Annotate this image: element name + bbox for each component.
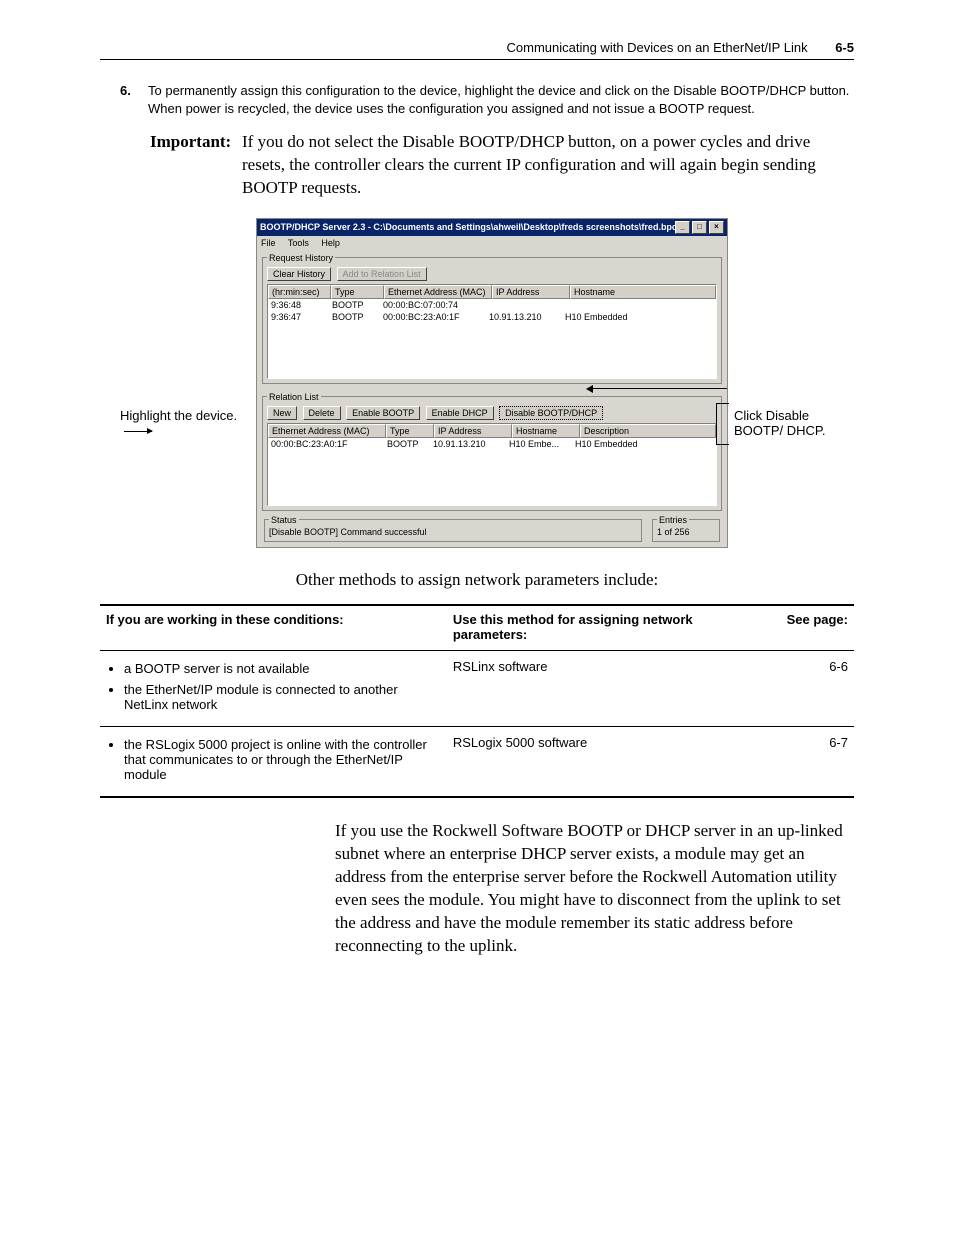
table-row: a BOOTP server is not available the Ethe…: [100, 650, 854, 726]
list-row[interactable]: 9:36:48 BOOTP 00:00:BC:07:00:74: [268, 299, 716, 311]
add-to-relation-button[interactable]: Add to Relation List: [337, 267, 427, 281]
status-group: Status [Disable BOOTP] Command successfu…: [264, 515, 642, 542]
step-number: 6.: [120, 82, 148, 117]
list-row[interactable]: 00:00:BC:23:A0:1F BOOTP 10.91.13.210 H10…: [268, 438, 716, 450]
closing-paragraph: If you use the Rockwell Software BOOTP o…: [335, 820, 854, 958]
callout-right: Click Disable BOOTP/ DHCP.: [734, 218, 834, 438]
col-desc: Description: [580, 424, 716, 438]
col-conditions: If you are working in these conditions:: [100, 605, 447, 651]
minimize-icon[interactable]: _: [675, 221, 690, 234]
entries-group: Entries 1 of 256: [652, 515, 720, 542]
col-mac: Ethernet Address (MAC): [268, 424, 386, 438]
menu-file[interactable]: File: [261, 238, 276, 248]
caption: Other methods to assign network paramete…: [100, 570, 854, 590]
col-type: Type: [331, 285, 384, 299]
entries-text: 1 of 256: [657, 527, 690, 537]
step-6: 6. To permanently assign this configurat…: [120, 82, 854, 117]
col-time: (hr:min:sec): [268, 285, 331, 299]
relation-list[interactable]: Ethernet Address (MAC) Type IP Address H…: [267, 423, 717, 506]
cond-bullet: a BOOTP server is not available: [124, 661, 441, 676]
col-mac: Ethernet Address (MAC): [384, 285, 492, 299]
request-history-legend: Request History: [267, 253, 335, 263]
request-history-group: Request History Clear History Add to Rel…: [262, 253, 722, 384]
col-page: See page:: [741, 605, 854, 651]
callout-left: Highlight the device.: [120, 218, 250, 438]
menu-bar: File Tools Help: [257, 236, 727, 250]
col-type: Type: [386, 424, 434, 438]
clear-history-button[interactable]: Clear History: [267, 267, 331, 281]
enable-bootp-button[interactable]: Enable BOOTP: [346, 406, 420, 420]
delete-button[interactable]: Delete: [303, 406, 341, 420]
callout-right-text: Click Disable BOOTP/ DHCP.: [734, 408, 826, 438]
request-history-list[interactable]: (hr:min:sec) Type Ethernet Address (MAC)…: [267, 284, 717, 379]
list-row[interactable]: 9:36:47 BOOTP 00:00:BC:23:A0:1F 10.91.13…: [268, 311, 716, 323]
col-method: Use this method for assigning network pa…: [447, 605, 741, 651]
entries-legend: Entries: [657, 515, 689, 525]
header-title: Communicating with Devices on an EtherNe…: [507, 40, 808, 55]
arrow-left-icon: [587, 388, 727, 389]
callout-left-text: Highlight the device.: [120, 408, 237, 423]
cond-bullet: the RSLogix 5000 project is online with …: [124, 737, 441, 782]
page-header: Communicating with Devices on an EtherNe…: [100, 40, 854, 60]
status-legend: Status: [269, 515, 299, 525]
bracket-icon: [716, 403, 729, 445]
important-text: If you do not select the Disable BOOTP/D…: [242, 131, 854, 200]
new-button[interactable]: New: [267, 406, 297, 420]
maximize-icon[interactable]: □: [692, 221, 707, 234]
menu-tools[interactable]: Tools: [288, 238, 309, 248]
disable-bootp-dhcp-button[interactable]: Disable BOOTP/DHCP: [499, 406, 603, 420]
col-host: Hostname: [512, 424, 580, 438]
table-row: the RSLogix 5000 project is online with …: [100, 726, 854, 797]
method-cell: RSLogix 5000 software: [447, 726, 741, 797]
col-ip: IP Address: [492, 285, 570, 299]
window-title: BOOTP/DHCP Server 2.3 - C:\Documents and…: [260, 222, 675, 232]
cond-bullet: the EtherNet/IP module is connected to a…: [124, 682, 441, 712]
arrow-right-icon: [124, 431, 152, 432]
close-icon[interactable]: ×: [709, 221, 724, 234]
step-text: To permanently assign this configuration…: [148, 82, 854, 117]
methods-table: If you are working in these conditions: …: [100, 604, 854, 798]
page-cell: 6-7: [741, 726, 854, 797]
status-text: [Disable BOOTP] Command successful: [269, 527, 427, 537]
page-cell: 6-6: [741, 650, 854, 726]
relation-list-legend: Relation List: [267, 392, 321, 402]
window-titlebar: BOOTP/DHCP Server 2.3 - C:\Documents and…: [257, 219, 727, 236]
col-host: Hostname: [570, 285, 716, 299]
important-note: Important: If you do not select the Disa…: [150, 131, 854, 200]
important-label: Important:: [150, 131, 242, 200]
relation-list-group: Relation List New Delete Enable BOOTP En…: [262, 392, 722, 511]
bootp-dhcp-window: BOOTP/DHCP Server 2.3 - C:\Documents and…: [256, 218, 728, 548]
col-ip: IP Address: [434, 424, 512, 438]
enable-dhcp-button[interactable]: Enable DHCP: [426, 406, 494, 420]
menu-help[interactable]: Help: [321, 238, 340, 248]
header-page-number: 6-5: [835, 40, 854, 55]
method-cell: RSLinx software: [447, 650, 741, 726]
